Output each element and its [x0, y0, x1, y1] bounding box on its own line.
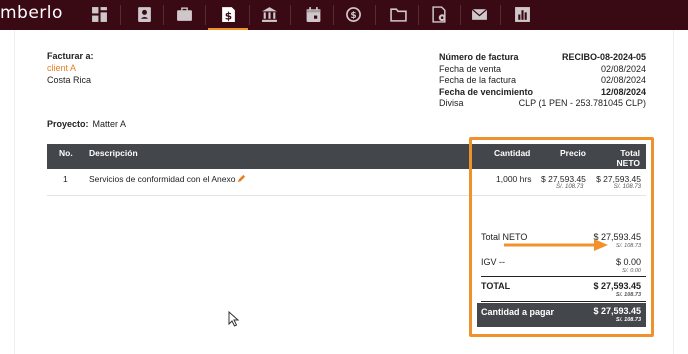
briefcase-icon[interactable] — [173, 4, 195, 24]
meta-row-sale-date: Fecha de venta 02/08/2024 — [439, 63, 646, 74]
mouse-cursor-icon — [228, 311, 240, 327]
edit-pencil-icon[interactable] — [237, 174, 246, 183]
row-no: 1 — [63, 174, 68, 184]
header-description: Descripción — [89, 148, 138, 158]
grid-icon[interactable] — [88, 4, 110, 24]
meta-row-invoice-date: Fecha de la factura 02/08/2024 — [439, 75, 646, 85]
annotation-arrow-icon — [504, 239, 608, 251]
time-money-icon[interactable]: $ — [342, 4, 364, 24]
app-brand[interactable]: mberlo — [0, 3, 63, 23]
project-line: Proyecto: Matter A — [47, 119, 126, 129]
meta-row-currency: Divisa CLP (1 PEN - 253.781045 CLP) — [439, 98, 646, 108]
document-settings-icon[interactable] — [428, 4, 450, 24]
project-label: Proyecto: — [47, 119, 89, 129]
project-value: Matter A — [92, 119, 127, 129]
row-description: Servicios de conformidad con el Anexo — [89, 174, 246, 184]
meta-row-number: Número de factura RECIBO-08-2024-05 — [439, 52, 646, 62]
client-name: client A — [47, 63, 77, 73]
folder-icon[interactable] — [387, 4, 409, 24]
client-country: Costa Rica — [47, 75, 92, 85]
highlight-rectangle — [469, 137, 654, 337]
contacts-icon[interactable] — [133, 4, 155, 24]
report-chart-icon[interactable] — [511, 4, 533, 24]
svg-text:$: $ — [224, 9, 231, 22]
calendar-icon[interactable] — [302, 4, 324, 24]
header-no: No. — [59, 148, 73, 158]
invoice-meta: Número de factura RECIBO-08-2024-05 Fecha… — [439, 52, 646, 110]
bill-to-block: Facturar a: client A Costa Rica — [47, 50, 94, 86]
bank-icon[interactable] — [258, 4, 280, 24]
bill-to-label: Facturar a: — [47, 51, 94, 61]
mail-icon[interactable] — [468, 4, 490, 24]
meta-row-due-date: Fecha de vencimiento 12/08/2024 — [439, 86, 646, 97]
svg-text:$: $ — [350, 11, 356, 21]
invoice-dollar-icon[interactable]: $ — [217, 4, 239, 24]
top-navigation-bar: mberlo $ $ — [0, 0, 688, 30]
